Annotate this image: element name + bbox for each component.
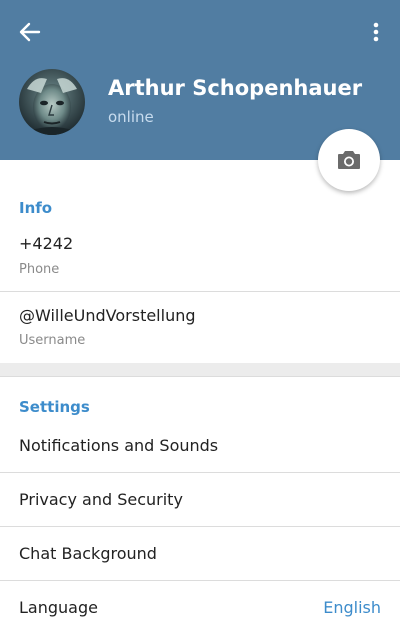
avatar[interactable] <box>19 69 85 135</box>
profile-status: online <box>108 108 154 126</box>
more-options-button[interactable] <box>362 14 390 50</box>
set-photo-button[interactable] <box>318 129 380 191</box>
camera-icon <box>338 151 360 169</box>
privacy-label: Privacy and Security <box>19 490 183 509</box>
chat-background-item[interactable]: Chat Background <box>0 527 400 580</box>
vertical-dots-icon <box>373 22 379 42</box>
info-section-title: Info <box>19 199 53 217</box>
phone-label: Phone <box>19 262 60 277</box>
username-label: Username <box>19 333 86 348</box>
avatar-image <box>19 69 85 135</box>
profile-name: Arthur Schopenhauer <box>108 76 363 100</box>
privacy-and-security-item[interactable]: Privacy and Security <box>0 473 400 526</box>
notifications-label: Notifications and Sounds <box>19 436 219 455</box>
language-value: English <box>323 598 381 617</box>
phone-row[interactable]: +4242 Phone <box>0 225 400 291</box>
chat-background-label: Chat Background <box>19 544 157 563</box>
settings-section-title: Settings <box>19 398 90 416</box>
language-item[interactable]: Language English <box>0 581 400 630</box>
arrow-left-icon <box>19 22 41 42</box>
username-value: @WilleUndVorstellung <box>19 306 196 325</box>
notifications-and-sounds-item[interactable]: Notifications and Sounds <box>0 420 400 472</box>
phone-value: +4242 <box>19 234 74 253</box>
section-separator <box>0 363 400 377</box>
language-label: Language <box>19 598 98 617</box>
back-button[interactable] <box>12 14 48 50</box>
username-row[interactable]: @WilleUndVorstellung Username <box>0 292 400 362</box>
